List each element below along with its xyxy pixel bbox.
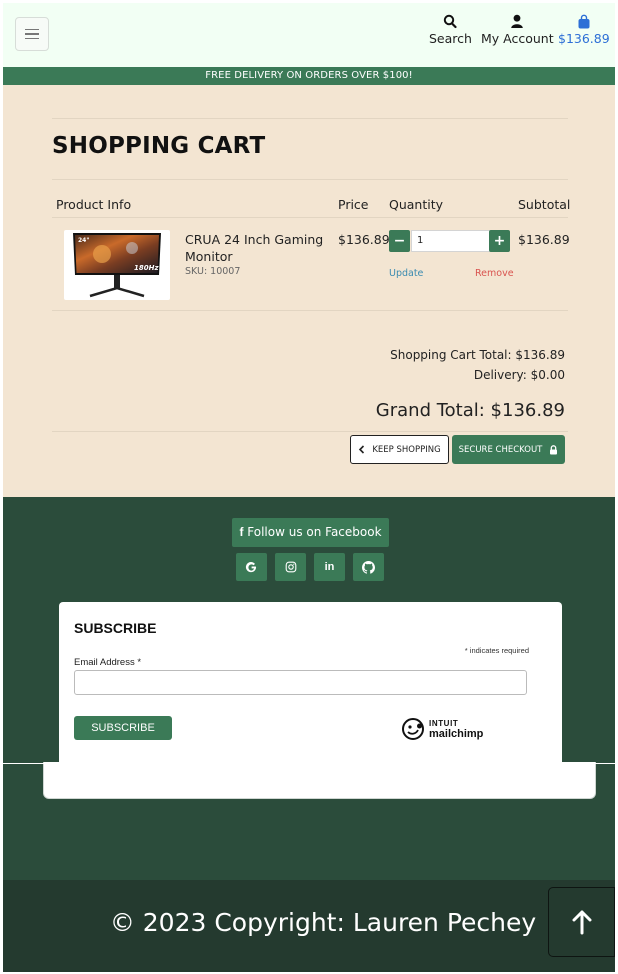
- delivery-cost: Delivery: $0.00: [473, 368, 565, 382]
- nav-search[interactable]: Search: [429, 13, 472, 47]
- quantity-decrement-button[interactable]: −: [389, 230, 410, 252]
- copyright-bar: © 2023 Copyright: Lauren Pechey: [3, 880, 615, 972]
- subscribe-form-frame: [43, 762, 596, 799]
- linkedin-icon: in: [324, 561, 335, 573]
- menu-toggle-button[interactable]: [15, 17, 49, 51]
- site-header: Search My Account $136.89: [3, 3, 615, 67]
- hamburger-icon: [25, 28, 39, 31]
- subscribe-title: SUBSCRIBE: [74, 620, 157, 636]
- grand-total: Grand Total: $136.89: [375, 400, 565, 421]
- shopping-bag-icon: [578, 14, 590, 29]
- column-header-price: Price: [338, 197, 369, 212]
- email-label: Email Address *: [74, 657, 142, 668]
- nav-search-label: Search: [429, 31, 472, 46]
- product-image[interactable]: 24" 180Hz: [64, 230, 170, 300]
- secure-checkout-label: SECURE CHECKOUT: [458, 444, 543, 455]
- lock-icon: [550, 444, 558, 454]
- facebook-icon: f: [239, 525, 244, 539]
- social-link-linkedin[interactable]: in: [314, 553, 345, 581]
- arrow-up-icon: [572, 910, 591, 935]
- thumb-hz-label: 180Hz: [134, 264, 159, 272]
- plus-icon: +: [493, 233, 506, 249]
- minus-icon: −: [393, 233, 406, 249]
- column-header-subtotal: Subtotal: [518, 197, 571, 212]
- column-header-quantity: Quantity: [389, 197, 444, 212]
- instagram-icon: [285, 561, 296, 573]
- divider: [52, 217, 568, 218]
- divider: [52, 118, 568, 119]
- remove-item-link[interactable]: Remove: [475, 268, 514, 279]
- github-icon: [362, 560, 375, 574]
- mailchimp-brand-bottom: mailchimp: [429, 728, 484, 740]
- update-quantity-link[interactable]: Update: [389, 268, 423, 279]
- cart-total-label: $136.89: [558, 31, 610, 46]
- user-icon: [511, 14, 524, 28]
- divider: [52, 310, 568, 311]
- nav-my-account-label: My Account: [481, 31, 554, 46]
- keep-shopping-label: KEEP SHOPPING: [372, 444, 441, 455]
- social-link-instagram[interactable]: [275, 553, 306, 581]
- product-sku: SKU: 10007: [185, 266, 241, 277]
- nav-my-account[interactable]: My Account: [481, 13, 554, 47]
- site-footer: f Follow us on Facebook in SUBSCRIBE * i…: [3, 497, 615, 880]
- mailchimp-icon: [402, 718, 424, 740]
- subscribe-form: SUBSCRIBE * indicates required Email Add…: [59, 602, 562, 764]
- shopping-cart-section: SHOPPING CART Product Info Price Quantit…: [3, 85, 615, 497]
- subscribe-button[interactable]: SUBSCRIBE: [74, 716, 172, 740]
- quantity-increment-button[interactable]: +: [489, 230, 510, 252]
- secure-checkout-button[interactable]: SECURE CHECKOUT: [452, 435, 565, 464]
- search-icon: [444, 14, 458, 29]
- monitor-image: 24" 180Hz: [73, 233, 161, 298]
- page-title: SHOPPING CART: [52, 133, 266, 159]
- column-header-product: Product Info: [56, 197, 132, 212]
- product-name[interactable]: CRUA 24 Inch Gaming Monitor: [185, 231, 325, 265]
- quantity-input[interactable]: 1: [411, 230, 491, 252]
- nav-cart[interactable]: $136.89: [558, 13, 610, 47]
- product-subtotal: $136.89: [518, 232, 570, 247]
- chevron-left-icon: [359, 445, 365, 454]
- product-price: $136.89: [338, 232, 390, 247]
- social-link-google[interactable]: [236, 553, 267, 581]
- copyright-text: © 2023 Copyright: Lauren Pechey: [109, 908, 537, 937]
- mailchimp-logo[interactable]: INTUIT mailchimp: [401, 717, 483, 741]
- back-to-top-button[interactable]: [548, 887, 615, 957]
- facebook-follow-button[interactable]: f Follow us on Facebook: [232, 518, 389, 547]
- delivery-banner: FREE DELIVERY ON ORDERS OVER $100!: [3, 67, 615, 85]
- facebook-follow-label: Follow us on Facebook: [247, 525, 382, 539]
- required-note: * indicates required: [464, 646, 529, 655]
- cart-total: Shopping Cart Total: $136.89: [390, 348, 565, 362]
- divider: [52, 431, 568, 432]
- social-link-github[interactable]: [353, 553, 384, 581]
- email-field[interactable]: [74, 670, 527, 695]
- keep-shopping-button[interactable]: KEEP SHOPPING: [350, 435, 449, 464]
- thumb-size-label: 24": [78, 237, 89, 244]
- google-icon: [245, 561, 257, 572]
- divider: [52, 179, 568, 180]
